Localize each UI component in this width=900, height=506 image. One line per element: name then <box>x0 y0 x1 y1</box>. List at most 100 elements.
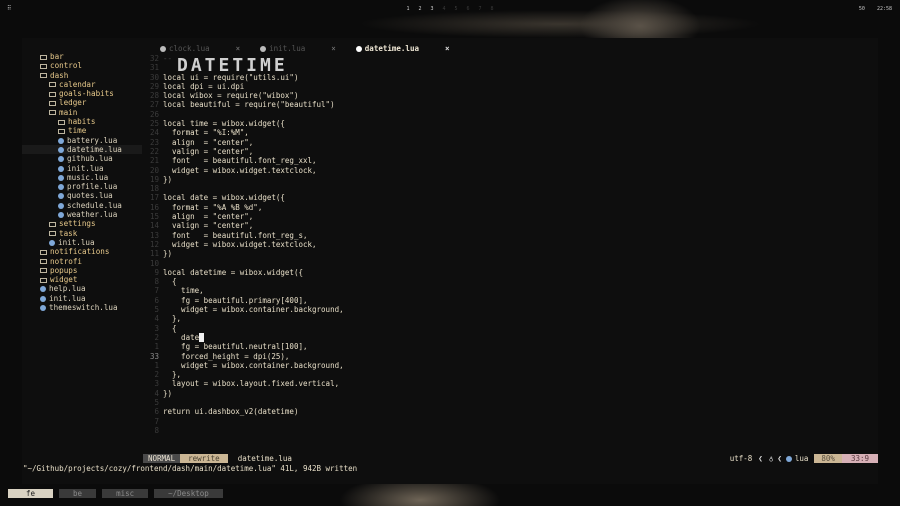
tmux-window-be[interactable]: be <box>59 489 97 498</box>
folder-icon <box>40 73 47 79</box>
status-indicator[interactable]: 50 <box>859 6 865 12</box>
tmux-window-fe[interactable]: fe <box>8 489 54 498</box>
tree-folder[interactable]: goals-habits <box>22 89 142 98</box>
tree-file[interactable]: init.lua <box>22 294 142 303</box>
tree-file[interactable]: themeswitch.lua <box>22 303 142 312</box>
tree-folder[interactable]: popups <box>22 266 142 275</box>
command-line[interactable]: "~/Github/projects/cozy/frontend/dash/ma… <box>23 464 357 473</box>
line-number: 6 <box>154 407 159 417</box>
tree-file[interactable]: battery.lua <box>22 136 142 145</box>
tree-file[interactable]: help.lua <box>22 284 142 293</box>
tree-file[interactable]: init.lua <box>22 238 142 247</box>
lua-icon <box>58 146 64 153</box>
line-number: 9 <box>154 267 159 277</box>
folder-icon <box>40 259 47 265</box>
line-number: 5 <box>154 305 159 315</box>
status-filename: datetime.lua <box>237 454 292 463</box>
clock[interactable]: 22:58 <box>877 6 892 12</box>
line-number: 20 <box>149 165 159 175</box>
code-line: align = "center", <box>163 137 254 147</box>
folder-icon <box>58 128 65 134</box>
tree-folder[interactable]: bar <box>22 52 142 61</box>
tree-folder[interactable]: notifications <box>22 247 142 256</box>
tmux-window-desktop[interactable]: ~/Desktop <box>154 489 223 498</box>
tree-file[interactable]: quotes.lua <box>22 191 142 200</box>
tree-folder[interactable]: ledger <box>22 98 142 107</box>
workspace-6[interactable]: 6 <box>465 6 471 12</box>
lua-icon <box>58 193 64 200</box>
code-editor[interactable]: -- DATETIME local ui = require("utils.ui")… <box>163 54 344 417</box>
line-number: 2 <box>154 332 159 342</box>
lsp-icon: ♁ <box>768 454 774 463</box>
tree-item-label: init.lua <box>67 163 104 173</box>
folder-icon <box>49 110 56 116</box>
line-number: 28 <box>149 91 159 101</box>
tree-item-label: settings <box>59 219 96 229</box>
lua-icon <box>160 45 166 52</box>
line-number: 31 <box>149 63 159 73</box>
code-line: valign = "center", <box>163 221 254 231</box>
tree-folder[interactable]: control <box>22 61 142 70</box>
code-line: forced_height = dpi(25), <box>163 351 290 361</box>
workspace-switcher: 1 2 3 4 5 6 7 8 <box>405 6 495 12</box>
tree-folder[interactable]: task <box>22 229 142 238</box>
tab-label: init.lua <box>269 44 306 53</box>
tab-datetime[interactable]: datetime.lua × <box>355 43 450 54</box>
lua-icon <box>40 295 46 302</box>
tree-folder[interactable]: widget <box>22 275 142 284</box>
tree-folder[interactable]: calendar <box>22 80 142 89</box>
tree-file[interactable]: music.lua <box>22 173 142 182</box>
workspace-5[interactable]: 5 <box>453 6 459 12</box>
tree-item-label: github.lua <box>67 154 113 164</box>
line-number: 7 <box>154 286 159 296</box>
line-number-gutter: 32 31 30 29 28 27 26 25 24 23 22 21 20 19 18 17 16 15 14 13… <box>143 54 159 435</box>
tree-folder[interactable]: habits <box>22 117 142 126</box>
tree-folder[interactable]: main <box>22 108 142 117</box>
tree-folder[interactable]: dash <box>22 71 142 80</box>
tmux-status-bar: fe be misc ~/Desktop <box>8 489 229 498</box>
tree-file[interactable]: datetime.lua <box>22 144 142 155</box>
tree-file[interactable]: init.lua <box>22 164 142 173</box>
code-line: local beautiful = require("beautiful") <box>163 100 335 110</box>
tab-clock[interactable]: clock.lua × <box>160 43 240 54</box>
close-icon[interactable]: × <box>331 44 336 53</box>
tree-folder[interactable]: settings <box>22 219 142 228</box>
tree-file[interactable]: profile.lua <box>22 182 142 191</box>
tree-file[interactable]: github.lua <box>22 154 142 163</box>
workspace-2[interactable]: 2 <box>417 6 423 12</box>
code-line: widget = wibox.widget.textclock, <box>163 165 317 175</box>
line-number: 19 <box>149 174 159 184</box>
workspace-7[interactable]: 7 <box>477 6 483 12</box>
tree-folder[interactable]: time <box>22 126 142 135</box>
code-line: local datetime = wibox.widget({ <box>163 267 303 277</box>
workspace-4[interactable]: 4 <box>441 6 447 12</box>
launcher-icon[interactable]: ⠿ <box>7 5 11 12</box>
folder-icon <box>40 54 47 60</box>
tab-label: clock.lua <box>169 44 210 53</box>
close-icon[interactable]: × <box>236 44 241 53</box>
line-number: 12 <box>149 239 159 249</box>
tree-file[interactable]: schedule.lua <box>22 201 142 210</box>
tree-item-label: notifications <box>50 247 110 257</box>
tree-file[interactable]: weather.lua <box>22 210 142 219</box>
code-line: }, <box>163 314 182 324</box>
tab-init[interactable]: init.lua × <box>260 43 336 54</box>
tree-folder[interactable]: notrofi <box>22 257 142 266</box>
line-number: 16 <box>149 202 159 212</box>
buffer-tabs: clock.lua × init.lua × datetime.lua × <box>160 43 470 54</box>
code-line: }) <box>163 174 173 184</box>
workspace-3[interactable]: 3 <box>429 6 435 12</box>
tree-item-label: schedule.lua <box>67 200 122 210</box>
code-line: fg = beautiful.neutral[100], <box>163 342 308 352</box>
workspace-8[interactable]: 8 <box>489 6 495 12</box>
workspace-1[interactable]: 1 <box>405 6 411 12</box>
tree-item-label: widget <box>50 275 78 285</box>
code-line: valign = "center", <box>163 146 254 156</box>
line-number: 4 <box>154 314 159 324</box>
tree-item-label: battery.lua <box>67 135 118 145</box>
tmux-window-misc[interactable]: misc <box>102 489 149 498</box>
tree-item-label: task <box>59 228 78 238</box>
code-line: }) <box>163 388 173 398</box>
close-icon[interactable]: × <box>445 44 450 53</box>
code-line: fg = beautiful.primary[400], <box>163 295 308 305</box>
